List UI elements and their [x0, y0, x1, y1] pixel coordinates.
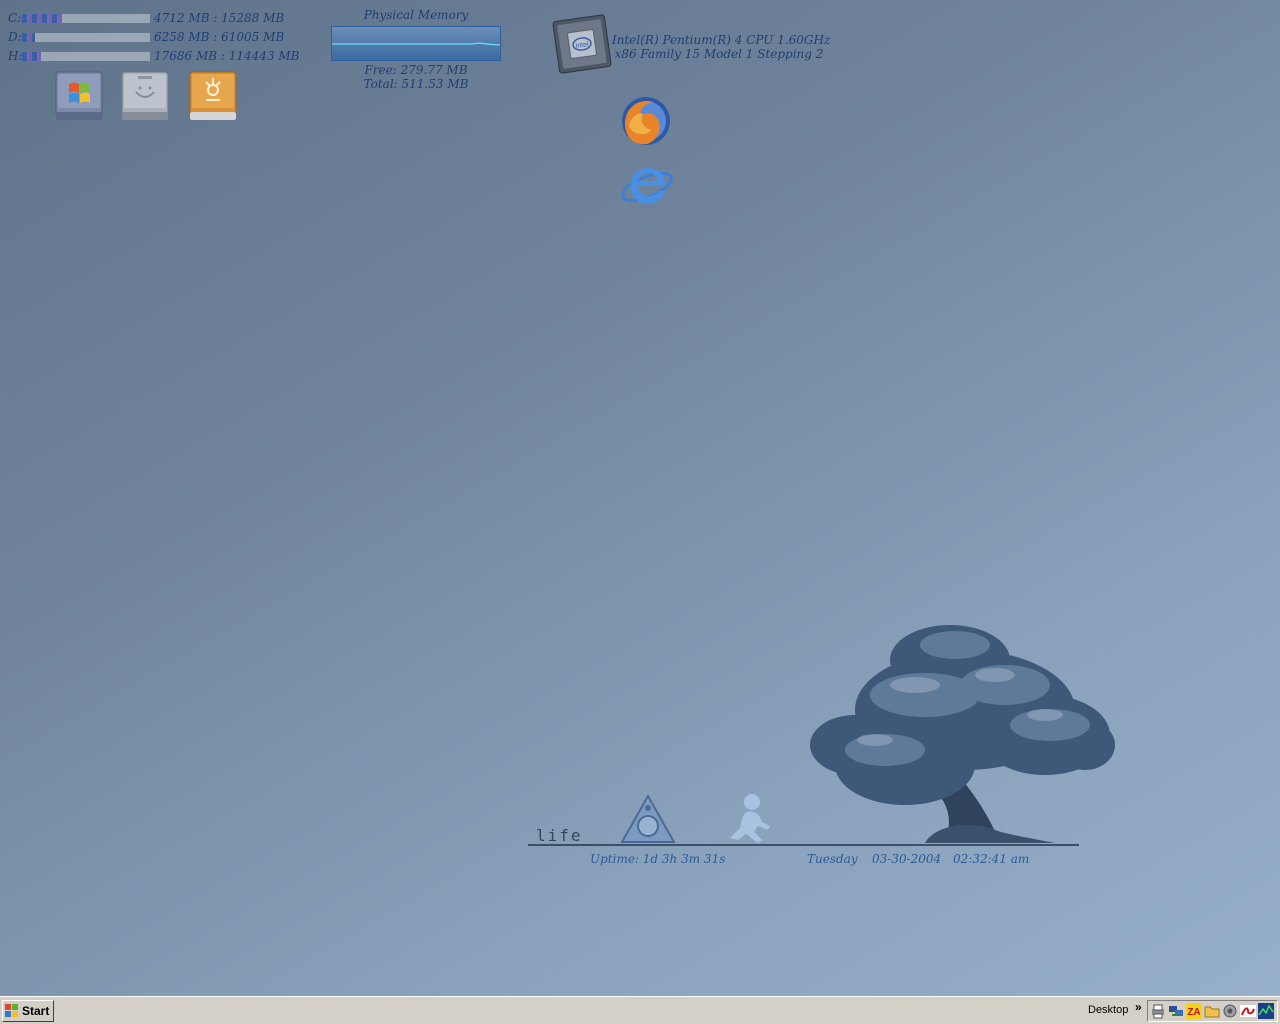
memory-total: Total: 511.53 MB	[363, 77, 469, 91]
start-label: Start	[22, 1004, 50, 1018]
drive-usage-bar	[22, 32, 150, 42]
printer-icon[interactable]	[1150, 1003, 1166, 1019]
drive-letter: D:	[8, 30, 22, 44]
drive-usage-bar	[22, 51, 150, 61]
life-label: life	[536, 826, 583, 845]
bonsai-tree-image	[795, 615, 1115, 847]
drive-letter: C:	[8, 11, 22, 25]
time-readout: 02:32:41 am	[953, 852, 1030, 866]
svg-text:ZA: ZA	[1187, 1007, 1200, 1018]
drive-meter-d: D: 6258 MB : 61005 MB	[8, 30, 284, 44]
drive-usage-label: 6258 MB : 61005 MB	[154, 30, 285, 44]
date-readout: 03-30-2004	[872, 852, 942, 866]
drive-usage-fill	[22, 51, 42, 61]
windows-logo-icon	[5, 1004, 18, 1017]
firewire-drive-icon[interactable]	[188, 68, 238, 122]
taskbar: Start Desktop » ZA	[0, 996, 1280, 1024]
drive-usage-label: 17686 MB : 114443 MB	[154, 49, 300, 63]
monitor-icon[interactable]	[1258, 1003, 1274, 1019]
system-tray: ZA	[1147, 1000, 1278, 1022]
memory-title: Physical Memory	[363, 8, 469, 22]
aol-icon[interactable]	[620, 793, 676, 844]
start-button[interactable]: Start	[2, 1000, 54, 1022]
acrobat-icon[interactable]	[1240, 1003, 1256, 1019]
uptime-readout: Uptime: 1d 3h 3m 31s	[590, 852, 726, 866]
folder-icon[interactable]	[1204, 1003, 1220, 1019]
desktop-toolbar-label[interactable]: Desktop	[1088, 1004, 1128, 1016]
internet-explorer-icon[interactable]	[621, 158, 675, 212]
cpu-model: Intel(R) Pentium(R) 4 CPU 1.60GHz	[612, 33, 831, 47]
drive-letter: H:	[8, 49, 23, 63]
memory-free: Free: 279.77 MB	[364, 63, 468, 77]
weekday-readout: Tuesday	[807, 852, 858, 866]
toolbar-chevron-button[interactable]: »	[1135, 1000, 1142, 1014]
drive-usage-fill	[22, 32, 35, 42]
speaker-icon[interactable]	[1222, 1003, 1238, 1019]
drive-usage-bar	[22, 13, 150, 23]
aim-running-man-icon[interactable]	[724, 792, 774, 844]
memory-graph	[331, 26, 501, 61]
drive-meter-h: H: 17686 MB : 114443 MB	[8, 49, 300, 63]
cpu-chip-icon: intel	[552, 14, 612, 74]
drive-usage-label: 4712 MB : 15288 MB	[154, 11, 285, 25]
network-icon[interactable]	[1168, 1003, 1184, 1019]
drive-usage-fill	[22, 13, 62, 23]
zonealarm-icon[interactable]: ZA	[1186, 1003, 1202, 1019]
firefox-icon[interactable]	[619, 94, 673, 148]
cpu-family: x86 Family 15 Model 1 Stepping 2	[614, 47, 824, 61]
hard-drive-icon[interactable]	[120, 68, 170, 122]
desktop: C: 4712 MB : 15288 MB D: 6258 MB : 61005…	[0, 0, 1280, 996]
windows-drive-icon[interactable]	[54, 68, 104, 122]
life-divider	[528, 844, 1079, 846]
drive-meter-c: C: 4712 MB : 15288 MB	[8, 11, 284, 25]
